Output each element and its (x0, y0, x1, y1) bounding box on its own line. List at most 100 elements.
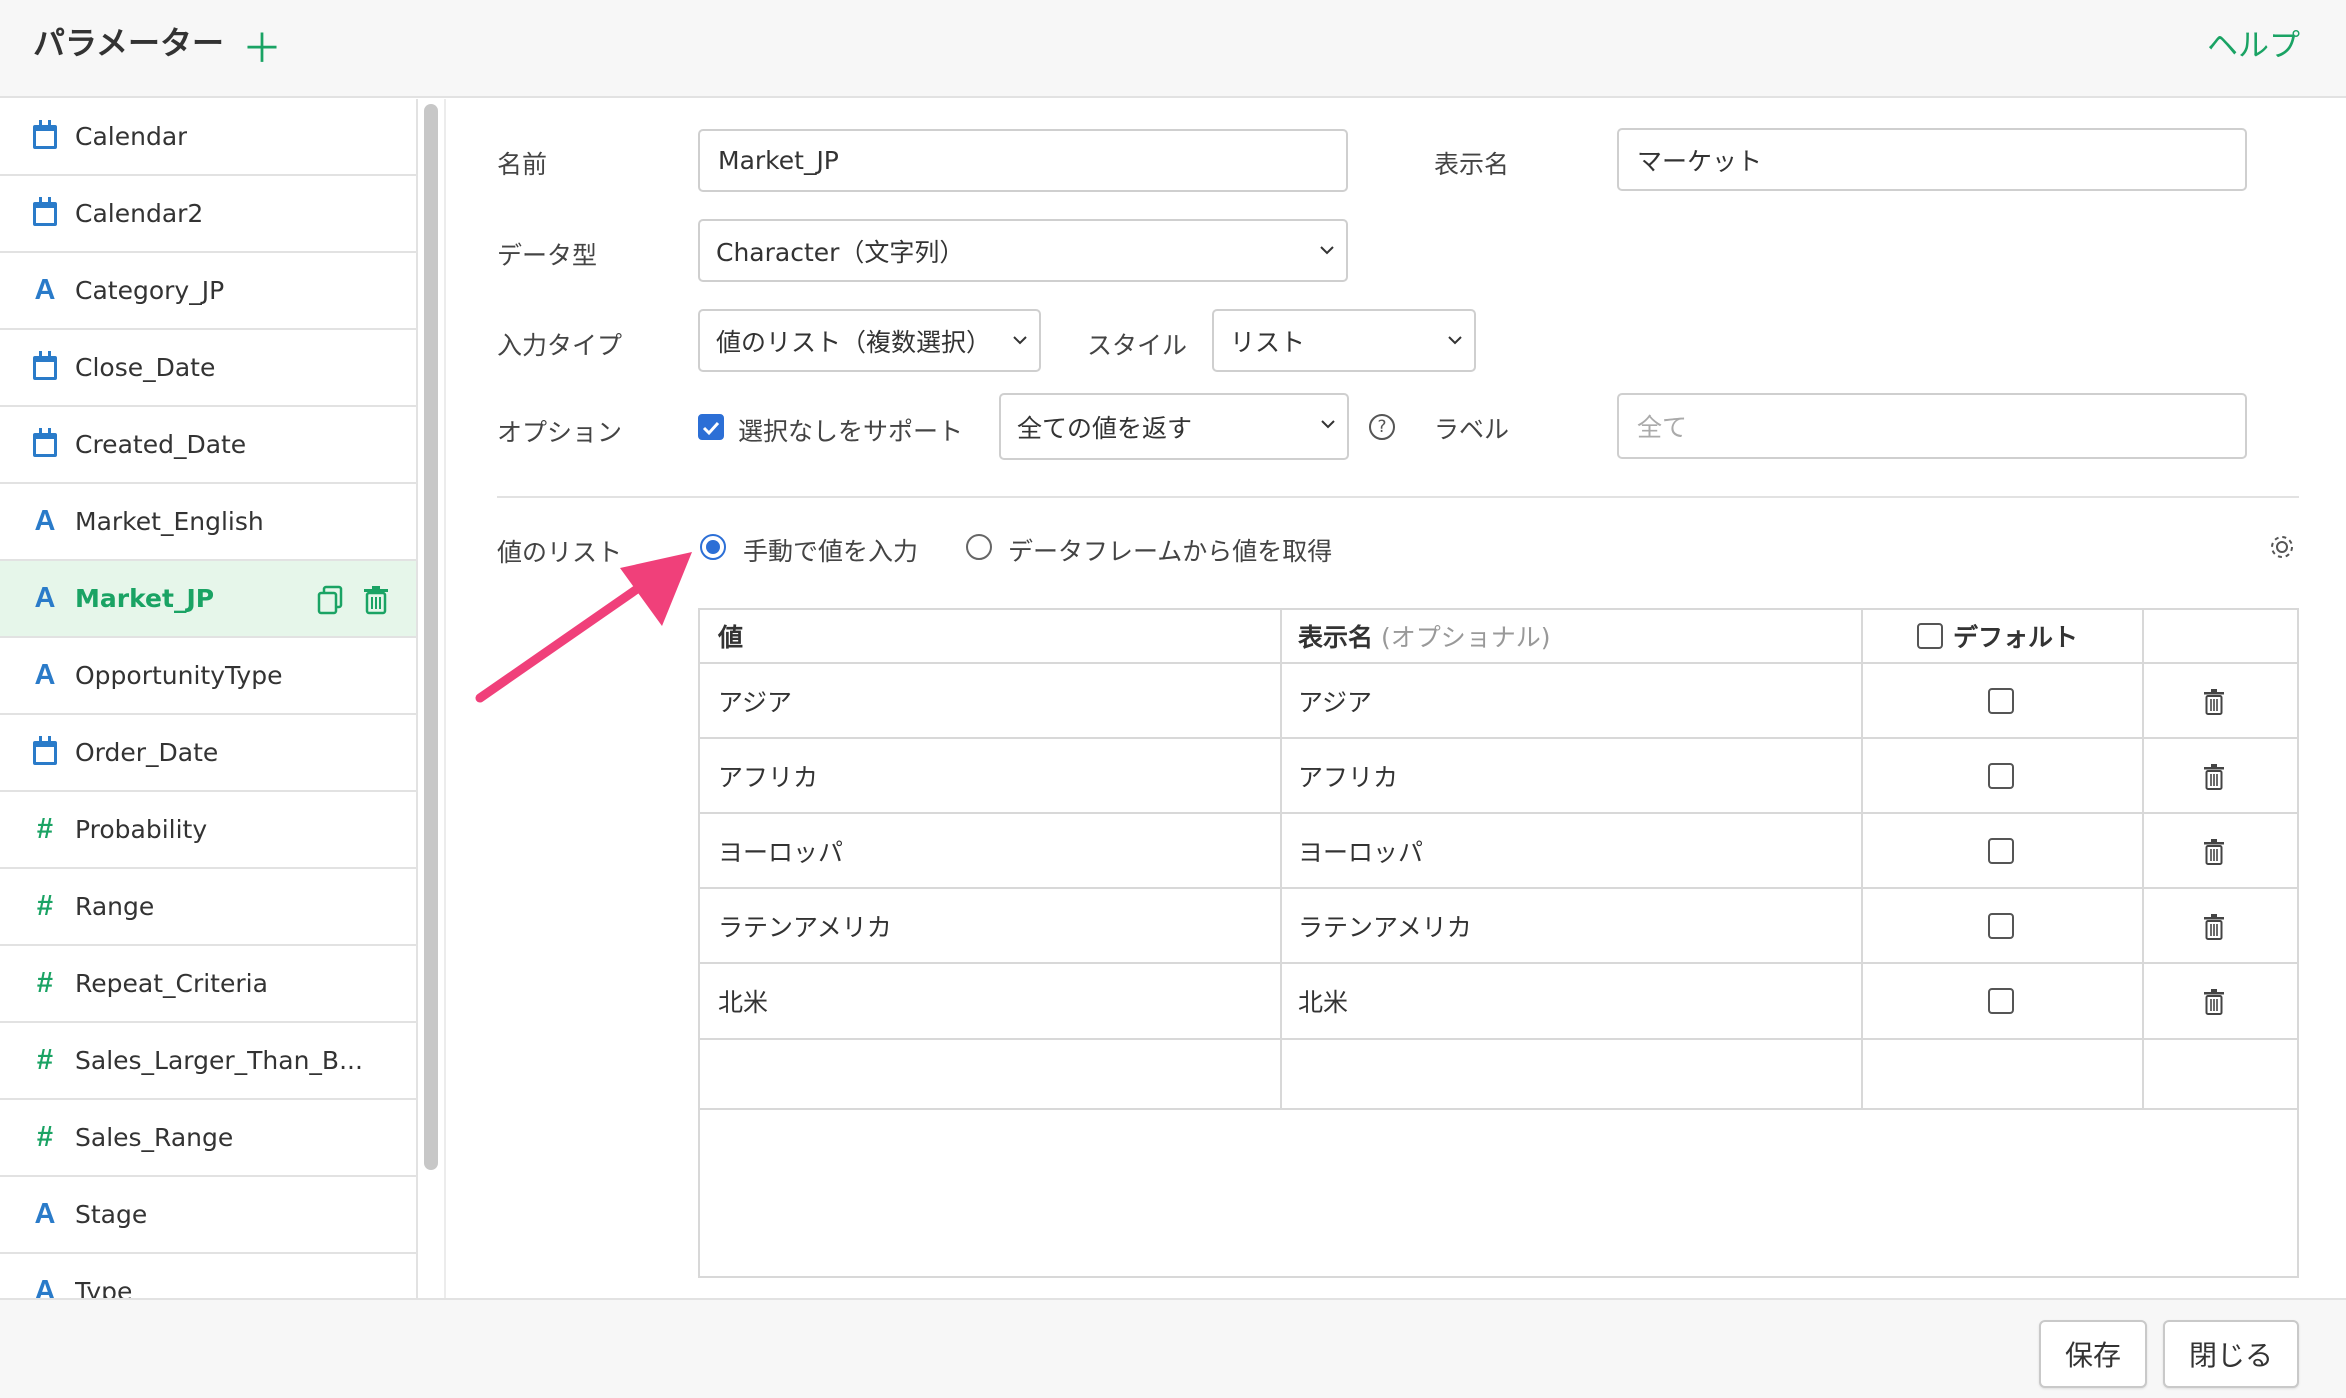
trash-icon[interactable] (362, 585, 390, 615)
row-value[interactable]: アフリカ (718, 739, 818, 812)
values-table: 値 表示名 (オプショナル) デフォルト アジア アジア アフリカ アフリカ ヨ… (698, 608, 2299, 1278)
display-name-label: 表示名 (1434, 150, 1510, 179)
save-button[interactable]: 保存 (2039, 1320, 2147, 1388)
column-header-default: デフォルト (1917, 610, 2078, 662)
return-value-value: 全ての値を返す (1017, 413, 1193, 443)
calendar-icon (32, 735, 58, 768)
calendar-icon (32, 350, 58, 383)
label-label: ラベル (1434, 415, 1510, 444)
table-row: アジア アジア (700, 664, 2297, 739)
header: パラメーター ＋ ヘルプ (0, 0, 2346, 98)
sidebar-item-close-date[interactable]: Close_Date (0, 330, 416, 407)
column-header-display: 表示名 (オプショナル) (1298, 610, 1551, 662)
chevron-down-icon (1013, 336, 1027, 345)
character-icon: A (34, 274, 56, 306)
trash-icon[interactable] (2203, 838, 2225, 866)
sidebar-item-calendar[interactable]: Calendar (0, 99, 416, 176)
input-type-select[interactable]: 値のリスト（複数選択） (698, 309, 1041, 372)
row-display[interactable]: ヨーロッパ (1298, 814, 1423, 887)
sidebar-item-calendar2[interactable]: Calendar2 (0, 176, 416, 253)
chevron-down-icon (1448, 336, 1462, 345)
sidebar-item-label: Calendar (75, 122, 188, 151)
trash-icon[interactable] (2203, 688, 2225, 716)
data-type-label: データ型 (497, 241, 598, 270)
table-row: ヨーロッパ ヨーロッパ (700, 814, 2297, 889)
row-default-checkbox[interactable] (1988, 763, 2014, 789)
sidebar-item-type[interactable]: A Type (0, 1254, 416, 1298)
column-header-display-label: 表示名 (1298, 623, 1374, 652)
sidebar-item-label: Order_Date (75, 738, 219, 767)
sidebar-item-label: Close_Date (75, 353, 216, 382)
gear-icon[interactable] (2268, 533, 2296, 561)
calendar-icon (32, 119, 58, 152)
sidebar-item-sales-range[interactable]: # Sales_Range (0, 1100, 416, 1177)
trash-icon[interactable] (2203, 913, 2225, 941)
sidebar-item-range[interactable]: # Range (0, 869, 416, 946)
character-icon: A (34, 505, 56, 537)
name-input[interactable]: Market_JP (698, 129, 1348, 192)
row-value[interactable]: アジア (718, 664, 792, 737)
row-display[interactable]: 北米 (1298, 964, 1348, 1038)
help-icon[interactable]: ? (1369, 414, 1395, 440)
row-display[interactable]: ラテンアメリカ (1298, 889, 1472, 962)
row-default-checkbox[interactable] (1988, 913, 2014, 939)
add-parameter-button[interactable]: ＋ (242, 16, 282, 74)
sidebar-item-market-jp[interactable]: A Market_JP (0, 561, 416, 638)
chevron-down-icon (1320, 246, 1334, 255)
sidebar-item-sales-larger-than[interactable]: # Sales_Larger_Than_B... (0, 1023, 416, 1100)
sidebar-item-label: Probability (75, 815, 208, 844)
sidebar-item-probability[interactable]: # Probability (0, 792, 416, 869)
input-type-label: 入力タイプ (497, 331, 623, 360)
row-value[interactable]: ラテンアメリカ (718, 889, 892, 962)
data-type-select[interactable]: Character（文字列） (698, 219, 1348, 282)
duplicate-icon[interactable] (316, 585, 344, 615)
default-all-checkbox[interactable] (1917, 623, 1943, 649)
row-default-checkbox[interactable] (1988, 838, 2014, 864)
sidebar-item-order-date[interactable]: Order_Date (0, 715, 416, 792)
footer: 保存 閉じる (0, 1298, 2346, 1398)
row-value[interactable]: 北米 (718, 964, 768, 1038)
row-display[interactable]: アジア (1298, 664, 1372, 737)
return-value-select[interactable]: 全ての値を返す (999, 393, 1349, 460)
section-divider (497, 496, 2299, 498)
table-row: ラテンアメリカ ラテンアメリカ (700, 889, 2297, 964)
row-default-checkbox[interactable] (1988, 688, 2014, 714)
sidebar-item-label: Sales_Range (75, 1123, 234, 1152)
sidebar-item-label: Repeat_Criteria (75, 969, 268, 998)
sidebar-item-opportunitytype[interactable]: A OpportunityType (0, 638, 416, 715)
number-icon: # (36, 1121, 54, 1153)
column-divider (1280, 610, 1282, 1110)
sidebar-item-stage[interactable]: A Stage (0, 1177, 416, 1254)
sidebar-item-created-date[interactable]: Created_Date (0, 407, 416, 484)
sidebar-scrollbar[interactable] (424, 104, 438, 1170)
annotation-arrow-icon (475, 552, 692, 703)
help-link[interactable]: ヘルプ (2207, 20, 2300, 65)
sidebar-item-label: Category_JP (75, 276, 225, 305)
checkmark-icon (702, 421, 720, 436)
chevron-down-icon (1321, 420, 1335, 429)
calendar-icon (32, 196, 58, 229)
sidebar-item-market-english[interactable]: A Market_English (0, 484, 416, 561)
row-default-checkbox[interactable] (1988, 988, 2014, 1014)
table-row: アフリカ アフリカ (700, 739, 2297, 814)
trash-icon[interactable] (2203, 763, 2225, 791)
table-row-empty[interactable] (700, 1040, 2297, 1110)
row-value[interactable]: ヨーロッパ (718, 814, 843, 887)
label-input[interactable]: 全て (1617, 393, 2247, 459)
sidebar-item-category-jp[interactable]: A Category_JP (0, 253, 416, 330)
dataframe-label: データフレームから値を取得 (1008, 537, 1333, 566)
sidebar-item-repeat-criteria[interactable]: # Repeat_Criteria (0, 946, 416, 1023)
display-name-input[interactable]: マーケット (1617, 128, 2247, 191)
sidebar-item-label: Range (75, 892, 155, 921)
character-icon: A (34, 659, 56, 691)
table-header-row: 値 表示名 (オプショナル) デフォルト (700, 610, 2297, 664)
character-icon: A (34, 1275, 56, 1298)
close-button[interactable]: 閉じる (2163, 1320, 2299, 1388)
style-select[interactable]: リスト (1212, 309, 1476, 372)
trash-icon[interactable] (2203, 988, 2225, 1016)
row-display[interactable]: アフリカ (1298, 739, 1398, 812)
dataframe-radio[interactable] (966, 534, 992, 560)
data-type-value: Character（文字列） (716, 237, 965, 267)
support-none-checkbox[interactable] (698, 414, 724, 440)
sidebar-item-label: OpportunityType (75, 661, 283, 690)
